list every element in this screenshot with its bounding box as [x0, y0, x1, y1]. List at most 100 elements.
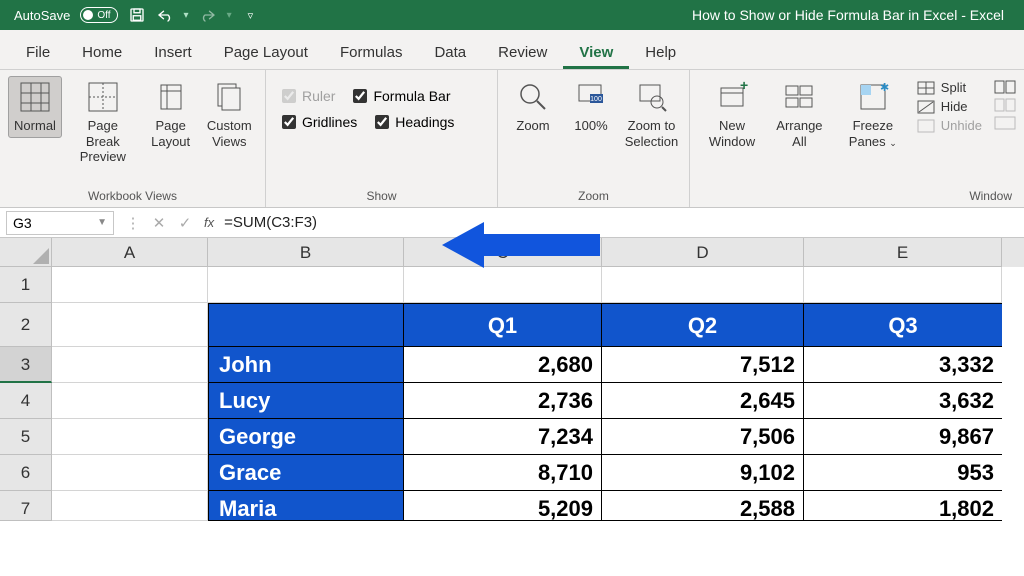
split-button[interactable]: Split — [917, 80, 982, 95]
table-header[interactable]: Q3 — [804, 303, 1002, 347]
tab-review[interactable]: Review — [482, 38, 563, 69]
table-cell[interactable]: 2,736 — [404, 383, 602, 419]
name-box[interactable]: G3 ▼ — [6, 211, 114, 235]
tab-view[interactable]: View — [563, 38, 629, 69]
insert-function-icon[interactable]: fx — [198, 215, 220, 230]
table-header[interactable] — [208, 303, 404, 347]
table-cell[interactable]: 7,512 — [602, 347, 804, 383]
table-cell[interactable]: 2,680 — [404, 347, 602, 383]
table-cell[interactable]: 2,645 — [602, 383, 804, 419]
cell[interactable] — [52, 347, 208, 383]
table-cell[interactable]: 953 — [804, 455, 1002, 491]
cell[interactable] — [52, 267, 208, 303]
table-cell[interactable]: 7,506 — [602, 419, 804, 455]
table-cell[interactable]: 8,710 — [404, 455, 602, 491]
table-header[interactable]: Q1 — [404, 303, 602, 347]
new-window-button[interactable]: + New Window — [698, 76, 766, 153]
cell[interactable] — [52, 455, 208, 491]
page-break-preview-button[interactable]: Page Break Preview — [66, 76, 140, 169]
custom-views-button[interactable]: Custom Views — [202, 76, 257, 153]
cell[interactable] — [52, 303, 208, 347]
col-header-a[interactable]: A — [52, 238, 208, 267]
cell[interactable] — [52, 419, 208, 455]
zoom-label: Zoom — [516, 118, 549, 134]
arrange-all-button[interactable]: Arrange All — [770, 76, 829, 153]
spreadsheet-grid[interactable]: A B C D E 1 2 Q1 Q2 Q3 3 John 2,680 7,51… — [0, 238, 1024, 521]
name-box-value: G3 — [13, 215, 32, 231]
select-all-corner[interactable] — [0, 238, 52, 267]
zoom-100-button[interactable]: 100 100% — [564, 76, 618, 138]
table-row-name[interactable]: Lucy — [208, 383, 404, 419]
row-header-6[interactable]: 6 — [0, 455, 52, 491]
redo-icon[interactable] — [199, 8, 217, 22]
col-header-b[interactable]: B — [208, 238, 404, 267]
svg-text:100: 100 — [590, 96, 602, 103]
table-cell[interactable]: 5,209 — [404, 491, 602, 521]
undo-dropdown-icon[interactable]: ▾ — [184, 10, 189, 21]
freeze-panes-button[interactable]: ✱ Freeze Panes ⌄ — [833, 76, 913, 153]
normal-view-button[interactable]: Normal — [8, 76, 62, 138]
tab-file[interactable]: File — [10, 38, 66, 69]
page-break-label: Page Break Preview — [72, 118, 134, 165]
table-header[interactable]: Q2 — [602, 303, 804, 347]
undo-icon[interactable] — [156, 8, 174, 22]
cell[interactable] — [52, 383, 208, 419]
zoom-button[interactable]: Zoom — [506, 76, 560, 138]
table-cell[interactable]: 1,802 — [804, 491, 1002, 521]
row-header-1[interactable]: 1 — [0, 267, 52, 303]
zoom-selection-label: Zoom to Selection — [625, 118, 678, 149]
formula-input[interactable] — [220, 214, 1024, 231]
freeze-panes-label: Freeze Panes ⌄ — [839, 118, 907, 149]
table-row-name[interactable]: Maria — [208, 491, 404, 521]
cell[interactable] — [602, 267, 804, 303]
dialog-expand-icon[interactable]: ⋮ — [120, 214, 146, 232]
table-cell[interactable]: 3,332 — [804, 347, 1002, 383]
view-side-by-side-icon[interactable] — [994, 80, 1016, 94]
hide-button[interactable]: Hide — [917, 99, 982, 114]
tab-help[interactable]: Help — [629, 38, 692, 69]
save-icon[interactable] — [128, 6, 146, 24]
tab-formulas[interactable]: Formulas — [324, 38, 419, 69]
headings-checkbox[interactable]: Headings — [375, 114, 454, 130]
ruler-checkbox: Ruler — [282, 88, 335, 104]
cell[interactable] — [404, 267, 602, 303]
page-layout-button[interactable]: Page Layout — [144, 76, 198, 153]
tab-home[interactable]: Home — [66, 38, 138, 69]
annotation-arrow-icon — [442, 218, 602, 272]
group-show-label: Show — [274, 187, 489, 205]
row-header-2[interactable]: 2 — [0, 303, 52, 347]
table-cell[interactable]: 7,234 — [404, 419, 602, 455]
col-header-d[interactable]: D — [602, 238, 804, 267]
row-header-3[interactable]: 3 — [0, 347, 52, 383]
cell[interactable] — [52, 491, 208, 521]
gridlines-checkbox[interactable]: Gridlines — [282, 114, 357, 130]
headings-label: Headings — [395, 114, 454, 130]
row-header-4[interactable]: 4 — [0, 383, 52, 419]
formula-bar-checkbox[interactable]: Formula Bar — [353, 88, 450, 104]
table-row-name[interactable]: George — [208, 419, 404, 455]
row-header-7[interactable]: 7 — [0, 491, 52, 521]
cancel-formula-icon[interactable]: ✕ — [146, 214, 172, 232]
title-bar: AutoSave Off ▾ ▾ ▿ How to Show or Hide F… — [0, 0, 1024, 30]
zoom-to-selection-button[interactable]: Zoom to Selection — [622, 76, 681, 153]
table-cell[interactable]: 9,867 — [804, 419, 1002, 455]
row-header-5[interactable]: 5 — [0, 419, 52, 455]
col-header-e[interactable]: E — [804, 238, 1002, 267]
table-row-name[interactable]: John — [208, 347, 404, 383]
cell[interactable] — [804, 267, 1002, 303]
split-label: Split — [941, 80, 966, 95]
table-row-name[interactable]: Grace — [208, 455, 404, 491]
autosave-toggle[interactable]: Off — [80, 7, 117, 23]
tab-insert[interactable]: Insert — [138, 38, 208, 69]
unhide-button: Unhide — [917, 118, 982, 133]
table-cell[interactable]: 3,632 — [804, 383, 1002, 419]
ruler-label: Ruler — [302, 88, 335, 104]
svg-text:✱: ✱ — [880, 82, 889, 94]
tab-data[interactable]: Data — [418, 38, 482, 69]
name-box-dropdown-icon[interactable]: ▼ — [97, 217, 107, 228]
enter-formula-icon[interactable]: ✓ — [172, 214, 198, 232]
table-cell[interactable]: 9,102 — [602, 455, 804, 491]
tab-page-layout[interactable]: Page Layout — [208, 38, 324, 69]
table-cell[interactable]: 2,588 — [602, 491, 804, 521]
cell[interactable] — [208, 267, 404, 303]
